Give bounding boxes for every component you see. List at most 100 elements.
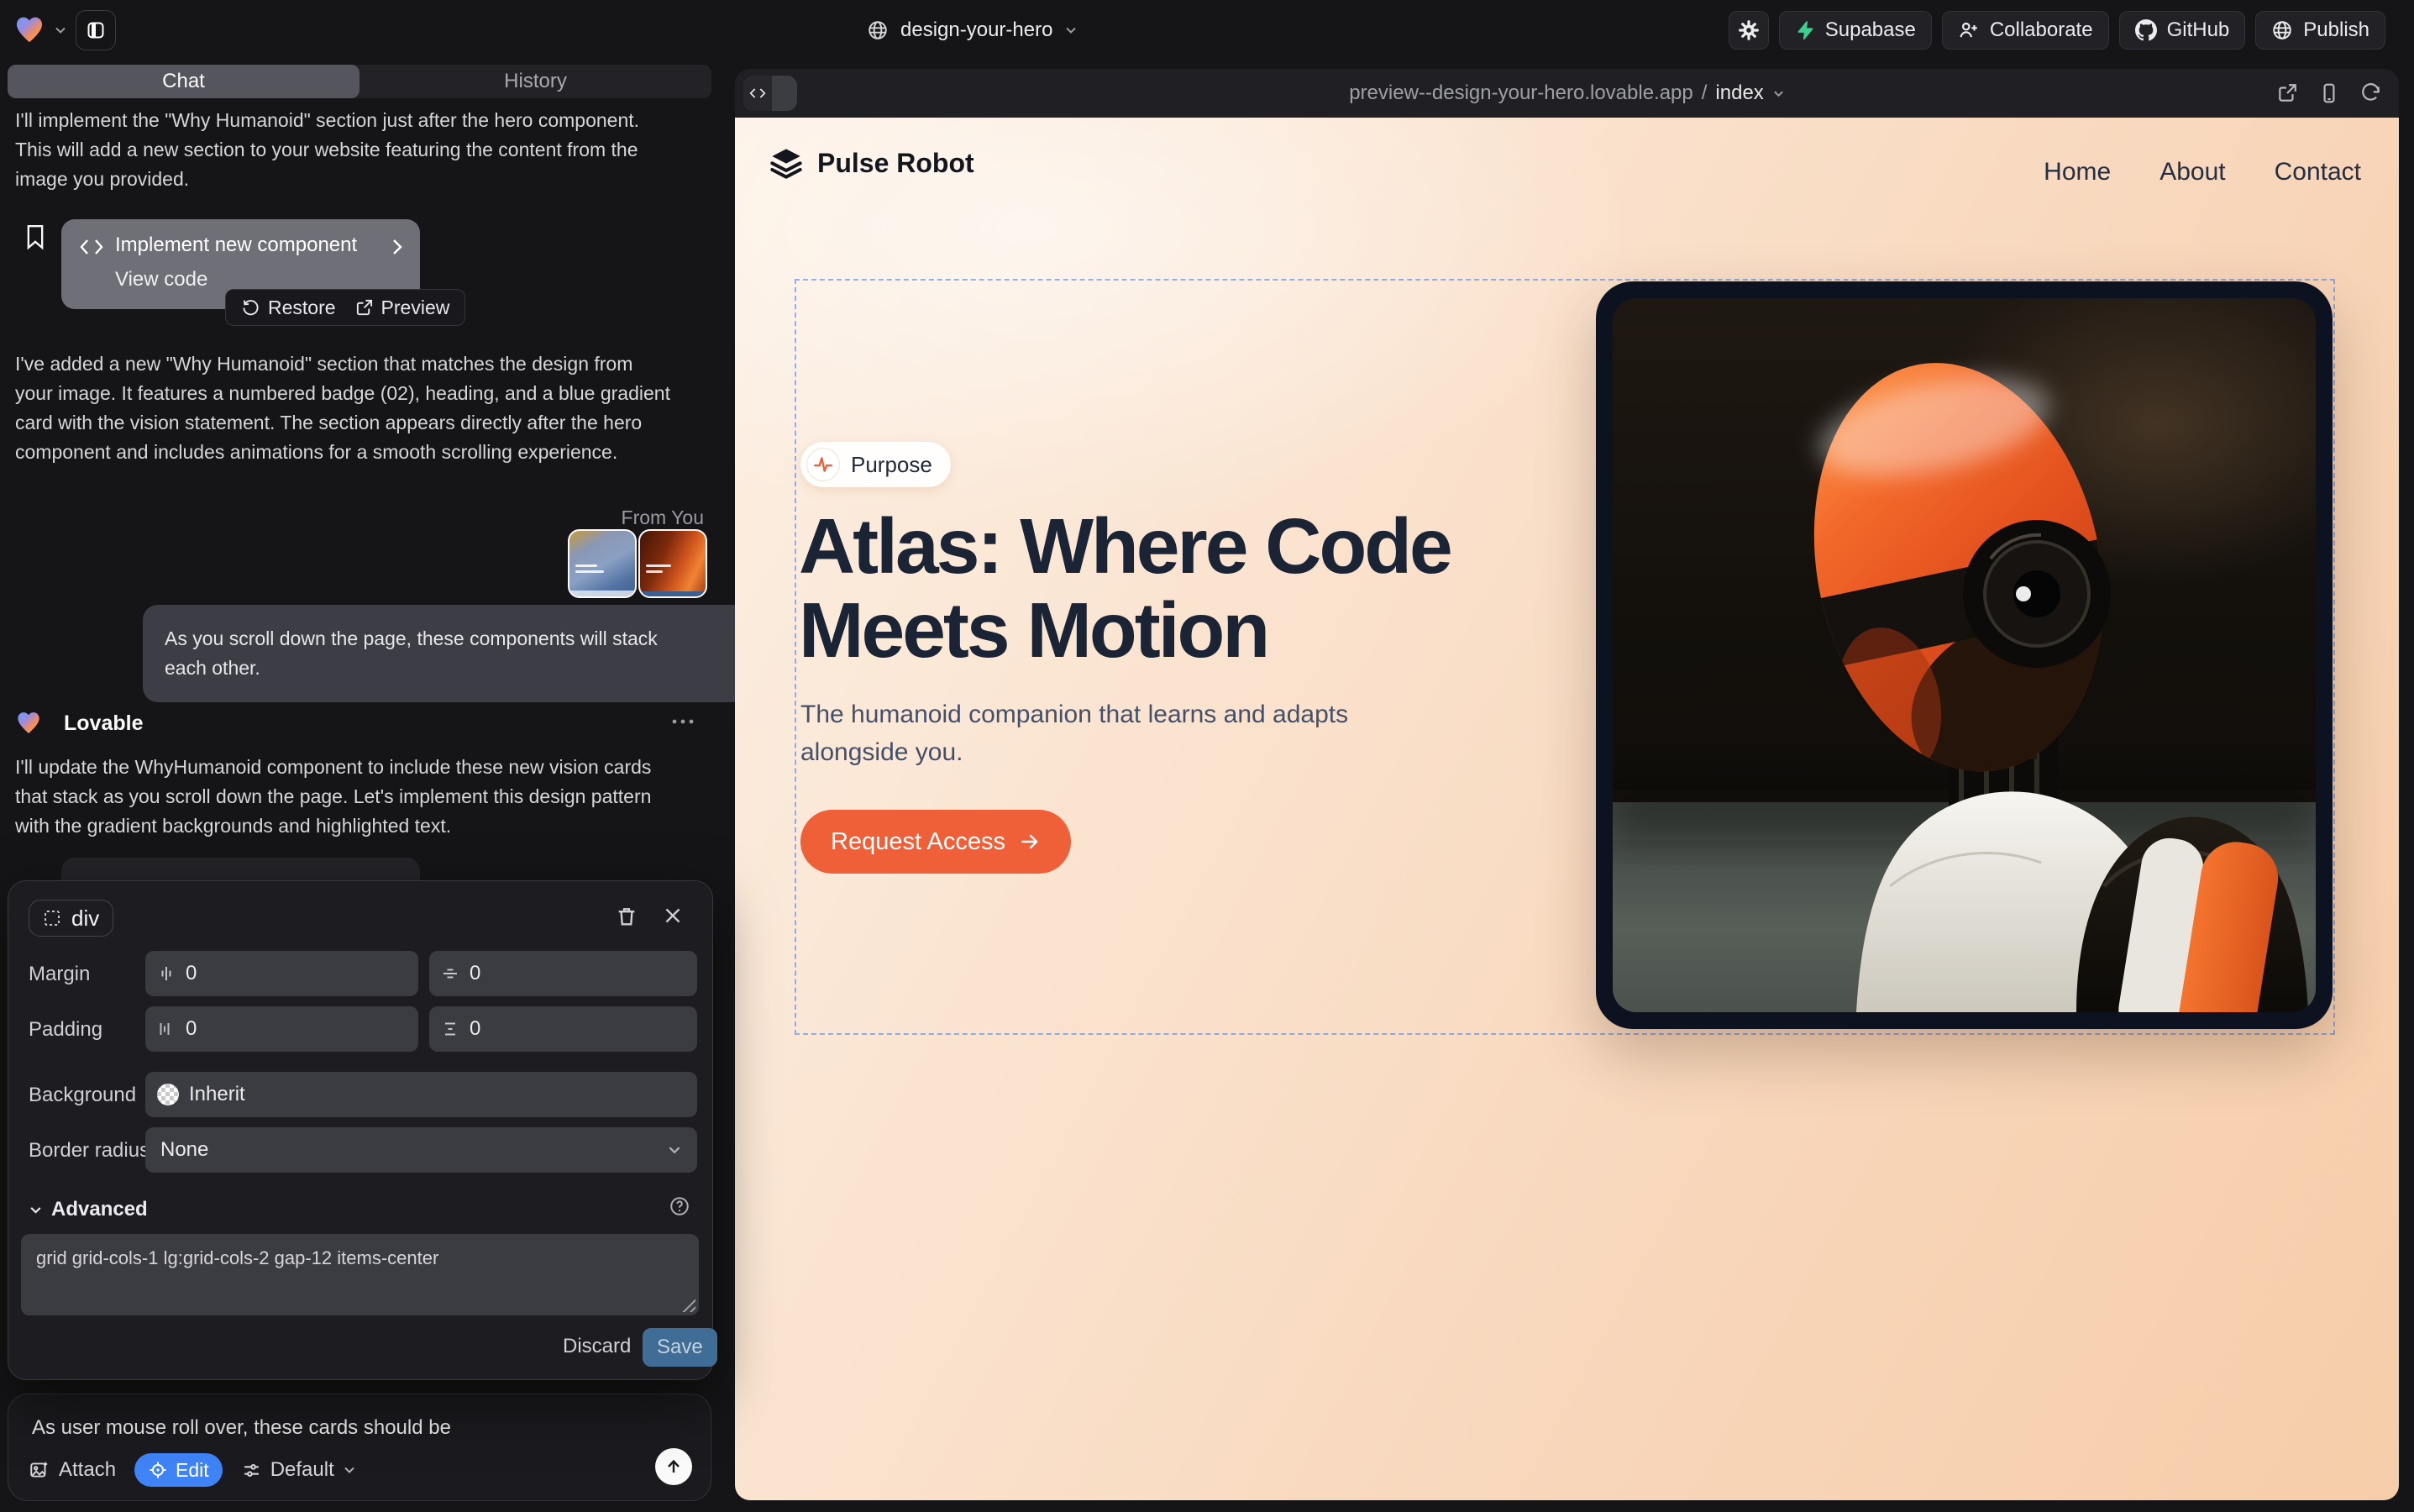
model-mode-selector[interactable]: Default (241, 1458, 356, 1482)
gear-icon (1738, 19, 1760, 41)
restore-button[interactable]: Restore (241, 297, 336, 319)
github-button[interactable]: GitHub (2119, 11, 2246, 50)
supabase-label: Supabase (1825, 18, 1916, 42)
send-button[interactable] (655, 1448, 692, 1485)
publish-label: Publish (2303, 18, 2369, 42)
preview-pane: preview--design-your-hero.lovable.app / … (735, 69, 2399, 1500)
purpose-badge-label: Purpose (851, 452, 932, 478)
collaborate-button[interactable]: Collaborate (1942, 11, 2109, 50)
chevron-down-icon (29, 1203, 43, 1217)
discard-button[interactable]: Discard (563, 1335, 631, 1358)
assistant-message: I've added a new "Why Humanoid" section … (15, 349, 704, 467)
publish-globe-icon (2271, 19, 2293, 41)
padding-y-input[interactable]: 0 (429, 1006, 697, 1052)
robot-image (1613, 298, 2316, 1012)
refresh-icon[interactable] (2360, 82, 2382, 104)
assistant-name: Lovable (64, 711, 143, 736)
arrow-right-icon (1019, 831, 1041, 853)
delete-element-button[interactable] (615, 905, 640, 930)
chevron-down-icon (343, 1463, 356, 1477)
attachment-thumbnail-blue[interactable] (568, 529, 637, 598)
preview-button[interactable]: Preview (354, 297, 450, 319)
lovable-heart-icon (15, 710, 42, 737)
site-brand-name: Pulse Robot (817, 148, 974, 179)
composer-input[interactable]: As user mouse roll over, these cards sho… (32, 1416, 451, 1440)
settings-button[interactable] (1729, 11, 1769, 50)
preview-url-bar[interactable]: preview--design-your-hero.lovable.app / … (735, 69, 2399, 118)
from-you-label: From You (622, 507, 704, 529)
close-panel-icon[interactable] (662, 905, 687, 930)
user-message-bubble: As you scroll down the page, these compo… (143, 605, 748, 702)
tab-history[interactable]: History (359, 65, 711, 98)
project-chevron-down-icon (1064, 24, 1078, 37)
chat-composer[interactable]: As user mouse roll over, these cards sho… (8, 1394, 711, 1501)
nav-contact[interactable]: Contact (2275, 158, 2361, 186)
chevron-down-icon (667, 1142, 682, 1158)
padding-label: Padding (29, 1018, 102, 1042)
github-label: GitHub (2167, 18, 2230, 42)
site-canvas: Pulse Robot Home About Contact Purpose A… (735, 118, 2399, 1500)
border-radius-label: Border radius (29, 1139, 150, 1163)
collaborate-label: Collaborate (1990, 18, 2093, 42)
message-hover-toolbar: Restore Preview (225, 289, 465, 326)
supabase-button[interactable]: Supabase (1779, 11, 1932, 50)
selected-element-tag: div (71, 906, 99, 932)
margin-x-input[interactable]: 0 (145, 951, 418, 996)
mobile-view-icon[interactable] (2318, 82, 2340, 104)
assistant-message: I'll update the WhyHumanoid component to… (15, 753, 704, 841)
chevron-down-icon (1772, 87, 1785, 100)
person-plus-icon (1958, 19, 1980, 41)
padding-x-input[interactable]: 0 (145, 1006, 418, 1052)
nav-home[interactable]: Home (2044, 158, 2111, 186)
site-nav: Home About Contact (2044, 158, 2361, 186)
attachment-thumbnail-orange[interactable] (638, 529, 707, 598)
lovable-logo-heart-icon[interactable] (13, 14, 45, 46)
sidebar-toggle-button[interactable] (76, 10, 116, 50)
preview-url-page: index (1715, 81, 1763, 105)
dashed-box-icon (43, 909, 61, 927)
margin-y-icon (441, 964, 459, 983)
sliders-icon (241, 1460, 262, 1481)
sidebar-tabbar: Chat History (8, 65, 711, 98)
component-card-title: Implement new component (115, 234, 357, 257)
background-input[interactable]: Inherit (145, 1072, 697, 1117)
element-inspector-panel: div Margin 0 0 Padding 0 (8, 880, 713, 1380)
lovable-app: design-your-hero Supabase (0, 0, 2414, 1512)
padding-x-icon (157, 1020, 176, 1038)
background-label: Background (29, 1084, 136, 1107)
pulse-icon (806, 448, 840, 481)
layers-icon (769, 146, 804, 180)
workspace-chevron-down-icon[interactable] (54, 24, 67, 37)
request-access-button[interactable]: Request Access (800, 810, 1071, 874)
project-name: design-your-hero (900, 18, 1052, 42)
nav-about[interactable]: About (2159, 158, 2225, 186)
border-radius-select[interactable]: None (145, 1127, 697, 1173)
advanced-section-toggle[interactable]: Advanced (29, 1198, 148, 1221)
assistant-message: I'll implement the "Why Humanoid" sectio… (15, 106, 701, 194)
tailwind-classes-textarea[interactable]: grid grid-cols-1 lg:grid-cols-2 gap-12 i… (21, 1234, 699, 1315)
attach-image-icon (29, 1459, 50, 1481)
github-icon (2135, 19, 2157, 41)
attach-button[interactable]: Attach (29, 1458, 116, 1482)
view-code-link[interactable]: View code (115, 268, 207, 291)
save-button[interactable]: Save (643, 1328, 717, 1367)
selected-element-chip[interactable]: div (29, 900, 113, 937)
open-external-icon[interactable] (2276, 82, 2298, 104)
help-icon[interactable] (669, 1195, 690, 1217)
site-logo[interactable]: Pulse Robot (769, 146, 974, 180)
site-headline: Atlas: Where Code Meets Motion (799, 504, 1451, 672)
purpose-badge: Purpose (800, 442, 951, 487)
margin-y-input[interactable]: 0 (429, 951, 697, 996)
tab-chat[interactable]: Chat (8, 65, 359, 98)
preview-url-host: preview--design-your-hero.lovable.app (1349, 81, 1693, 105)
project-switcher[interactable]: design-your-hero (867, 0, 1078, 60)
publish-button[interactable]: Publish (2255, 11, 2385, 50)
margin-label: Margin (29, 963, 90, 986)
hero-robot-card (1596, 281, 2333, 1029)
edit-mode-pill[interactable]: Edit (134, 1453, 223, 1487)
margin-x-icon (157, 964, 176, 983)
supabase-icon (1795, 20, 1815, 40)
bookmark-icon[interactable] (24, 223, 47, 251)
chat-sidebar: Chat History I'll implement the "Why Hum… (0, 60, 722, 1512)
message-menu-ellipsis-icon[interactable] (670, 717, 695, 727)
